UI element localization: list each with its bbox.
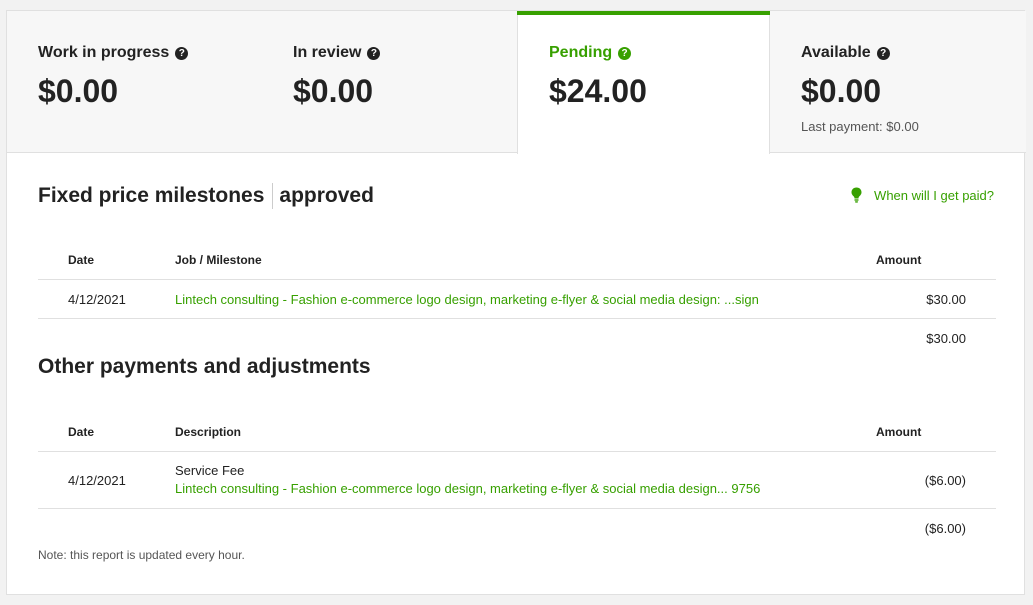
col-date: Date bbox=[38, 241, 175, 280]
question-circle-icon[interactable]: ? bbox=[367, 46, 381, 60]
update-note: Note: this report is updated every hour. bbox=[38, 548, 245, 562]
total-row: $30.00 bbox=[38, 319, 996, 358]
tab-label-text: In review bbox=[293, 44, 362, 61]
tab-amount: $0.00 bbox=[801, 73, 882, 109]
tab-work-in-progress[interactable]: Work in progress ? $0.00 bbox=[7, 11, 262, 153]
earnings-tabs: Work in progress ? $0.00 In review ? $0.… bbox=[7, 11, 1026, 154]
tab-label: In review ? bbox=[293, 44, 381, 62]
fee-type: Service Fee bbox=[175, 463, 245, 478]
table-row: 4/12/2021 Service Fee Lintech consulting… bbox=[38, 451, 996, 509]
row-date: 4/12/2021 bbox=[38, 279, 175, 319]
milestones-status: approved bbox=[279, 184, 374, 207]
tab-amount: $0.00 bbox=[293, 73, 374, 109]
col-description: Description bbox=[175, 413, 876, 452]
tab-label: Work in progress ? bbox=[38, 44, 189, 62]
tab-label: Available ? bbox=[801, 44, 890, 62]
milestones-total: $30.00 bbox=[926, 330, 966, 346]
total-spacer bbox=[175, 509, 876, 548]
total-row: ($6.00) bbox=[38, 509, 996, 548]
milestones-title: Fixed price milestones approved bbox=[38, 183, 374, 209]
row-job: Lintech consulting - Fashion e-commerce … bbox=[175, 279, 876, 319]
col-amount: Amount bbox=[876, 413, 996, 452]
col-date: Date bbox=[38, 413, 175, 452]
tab-available[interactable]: Available ? $0.00 Last payment: $0.00 bbox=[770, 11, 1026, 153]
tab-in-review[interactable]: In review ? $0.00 bbox=[262, 11, 517, 153]
last-payment: Last payment: $0.00 bbox=[801, 119, 919, 134]
table-header: Date Description Amount bbox=[38, 413, 996, 452]
table-row: 4/12/2021 Lintech consulting - Fashion e… bbox=[38, 279, 996, 319]
total-spacer bbox=[175, 319, 876, 358]
col-amount: Amount bbox=[876, 241, 996, 280]
lightbulb-icon bbox=[851, 187, 862, 203]
other-title: Other payments and adjustments bbox=[38, 355, 371, 378]
milestones-title-text: Fixed price milestones bbox=[38, 184, 265, 207]
tab-label-text: Available bbox=[801, 44, 871, 61]
other-total: ($6.00) bbox=[924, 520, 966, 536]
tab-amount: $0.00 bbox=[38, 73, 119, 109]
earnings-card: Work in progress ? $0.00 In review ? $0.… bbox=[6, 10, 1026, 595]
tab-label-text: Pending bbox=[549, 44, 613, 61]
milestones-table: Date Job / Milestone Amount 4/12/2021 Li… bbox=[38, 241, 996, 357]
tab-label-text: Work in progress bbox=[38, 44, 170, 61]
when-paid-text: When will I get paid? bbox=[874, 187, 994, 203]
total-spacer bbox=[38, 509, 175, 548]
row-date: 4/12/2021 bbox=[38, 451, 175, 509]
row-amount: ($6.00) bbox=[876, 451, 996, 509]
other-table: Date Description Amount 4/12/2021 Servic… bbox=[38, 413, 996, 547]
row-amount: $30.00 bbox=[876, 279, 996, 319]
job-link[interactable]: Lintech consulting - Fashion e-commerce … bbox=[175, 292, 759, 307]
question-circle-icon[interactable]: ? bbox=[175, 46, 189, 60]
description-link[interactable]: Lintech consulting - Fashion e-commerce … bbox=[175, 480, 876, 498]
table-header: Date Job / Milestone Amount bbox=[38, 241, 996, 280]
question-circle-icon[interactable]: ? bbox=[618, 46, 632, 60]
tab-label: Pending ? bbox=[549, 44, 632, 62]
title-divider bbox=[272, 183, 274, 209]
tab-pending[interactable]: Pending ? $24.00 bbox=[517, 11, 770, 154]
when-paid-link[interactable]: When will I get paid? bbox=[851, 187, 994, 203]
row-description: Service Fee Lintech consulting - Fashion… bbox=[175, 451, 876, 509]
col-job: Job / Milestone bbox=[175, 241, 876, 280]
question-circle-icon[interactable]: ? bbox=[876, 46, 890, 60]
tab-amount: $24.00 bbox=[549, 73, 647, 109]
total-spacer bbox=[38, 319, 175, 358]
